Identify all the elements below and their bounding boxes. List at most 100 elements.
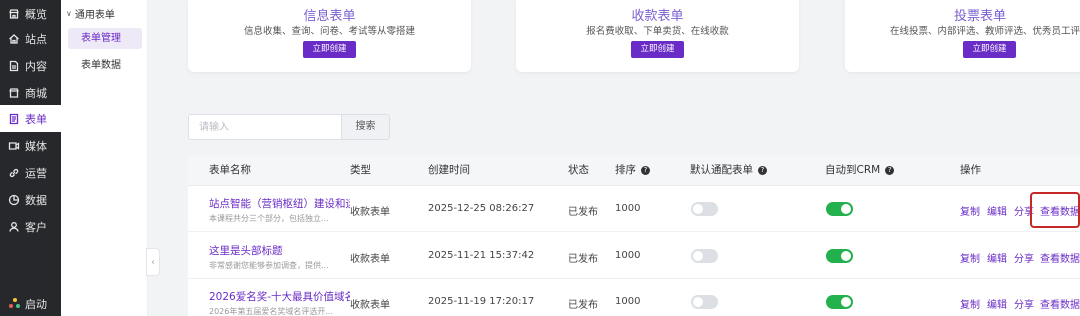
- column-header-default-match: 默认通配表单?: [690, 155, 767, 186]
- table-header: 表单名称 类型 创建时间 状态 排序? 默认通配表单? 自动到CRM? 操作: [188, 155, 1080, 186]
- created-time: 2025-11-21 15:37:42: [428, 250, 535, 261]
- form-name-link[interactable]: 站点智能（营销枢纽）建设和运营: [209, 196, 350, 211]
- column-header-actions: 操作: [960, 164, 981, 176]
- card-title: 收款表单: [631, 9, 684, 24]
- status-label: 已发布: [568, 254, 598, 265]
- pie-chart-icon: [7, 193, 20, 206]
- nav-item-label: 客户: [25, 220, 47, 234]
- link-icon: [7, 166, 20, 179]
- toggle-knob: [693, 204, 703, 214]
- template-card-info: 信息表单 信息收集、查询、问卷、考试等从零搭建 立即创建: [188, 0, 471, 72]
- launch-label: 启动: [25, 298, 47, 311]
- share-link[interactable]: 分享: [1014, 203, 1034, 218]
- submenu-item-form-data[interactable]: 表单数据: [68, 55, 142, 76]
- chevron-left-icon: ‹: [151, 256, 155, 268]
- card-description: 在线投票、内部评选、教师评选、优秀员工评: [889, 26, 1080, 37]
- created-time: 2025-12-25 08:26:27: [428, 203, 535, 214]
- launch-button[interactable]: 启动: [0, 292, 61, 316]
- chevron-down-icon: ∨: [66, 9, 72, 18]
- form-name-link[interactable]: 这里是头部标题: [209, 243, 350, 258]
- column-header-sort: 排序?: [615, 155, 650, 186]
- status-label: 已发布: [568, 300, 598, 311]
- nav-item-site[interactable]: 站点: [0, 25, 61, 52]
- edit-link[interactable]: 编辑: [987, 296, 1007, 311]
- copy-link[interactable]: 复制: [960, 296, 980, 311]
- toggle-knob: [693, 297, 703, 307]
- column-header-auto-crm: 自动到CRM?: [825, 155, 895, 186]
- nav-item-data[interactable]: 数据: [0, 186, 61, 213]
- submenu-item-form-management[interactable]: 表单管理: [68, 28, 142, 49]
- template-card-payment: 收款表单 报名费收取、下单卖货、在线收款 立即创建: [516, 0, 799, 72]
- nav-item-label: 运营: [25, 166, 47, 180]
- help-icon[interactable]: ?: [885, 166, 895, 175]
- table-row: 这里是头部标题 非常感谢您能够参加调查，提供... 收款表单 2025-11-2…: [188, 233, 1080, 279]
- form-icon: [7, 112, 20, 125]
- nav-item-customers[interactable]: 客户: [0, 213, 61, 240]
- form-description: 非常感谢您能够参加调查，提供...: [209, 261, 329, 270]
- share-link[interactable]: 分享: [1014, 250, 1034, 265]
- default-match-toggle[interactable]: [691, 295, 718, 309]
- view-data-link[interactable]: 查看数据: [1040, 296, 1080, 311]
- nav-item-forms[interactable]: 表单: [0, 105, 61, 132]
- auto-crm-toggle[interactable]: [826, 249, 853, 263]
- home-icon: [7, 32, 20, 45]
- search-input[interactable]: [188, 114, 342, 140]
- nav-item-overview[interactable]: 概览: [0, 0, 61, 27]
- edit-link[interactable]: 编辑: [987, 203, 1007, 218]
- view-data-link[interactable]: 查看数据: [1040, 203, 1080, 218]
- nav-item-label: 数据: [25, 193, 47, 207]
- toggle-knob: [693, 251, 703, 261]
- sort-value: 1000: [615, 250, 641, 261]
- document-icon: [7, 59, 20, 72]
- primary-nav: 概览 站点 内容 商城 表单 媒体 运营 数据 客户 启动: [0, 0, 61, 316]
- forms-table: 表单名称 类型 创建时间 状态 排序? 默认通配表单? 自动到CRM? 操作 站…: [188, 155, 1080, 316]
- column-header-name: 表单名称: [209, 164, 251, 176]
- form-name-link[interactable]: 2026爱名奖-十大最具价值域名评: [209, 289, 350, 304]
- card-title: 信息表单: [303, 9, 356, 24]
- create-button[interactable]: 立即创建: [631, 41, 684, 58]
- help-icon[interactable]: ?: [758, 166, 767, 175]
- main-content: 信息表单 信息收集、查询、问卷、考试等从零搭建 立即创建 收款表单 报名费收取、…: [160, 0, 1080, 316]
- card-description: 报名费收取、下单卖货、在线收款: [586, 26, 729, 37]
- column-header-label: 排序: [615, 164, 636, 176]
- default-match-toggle[interactable]: [691, 202, 718, 216]
- nav-item-operations[interactable]: 运营: [0, 159, 61, 186]
- view-data-link[interactable]: 查看数据: [1040, 250, 1080, 265]
- nav-item-label: 商城: [25, 86, 47, 100]
- nav-item-media[interactable]: 媒体: [0, 132, 61, 159]
- copy-link[interactable]: 复制: [960, 250, 980, 265]
- nav-item-label: 概览: [25, 7, 47, 21]
- sort-value: 1000: [615, 296, 641, 307]
- copy-link[interactable]: 复制: [960, 203, 980, 218]
- secondary-nav: ∨ 通用表单 表单管理 表单数据: [61, 0, 148, 316]
- video-icon: [7, 139, 20, 152]
- search-button[interactable]: 搜索: [342, 114, 390, 140]
- column-header-label: 默认通配表单: [690, 164, 753, 176]
- help-icon[interactable]: ?: [641, 166, 650, 175]
- create-button[interactable]: 立即创建: [303, 41, 356, 58]
- create-button[interactable]: 立即创建: [963, 41, 1016, 58]
- collapse-sidebar-button[interactable]: ‹: [146, 248, 160, 276]
- default-match-toggle[interactable]: [691, 249, 718, 263]
- auto-crm-toggle[interactable]: [826, 295, 853, 309]
- form-type: 收款表单: [350, 300, 390, 311]
- nav-item-label: 媒体: [25, 139, 47, 153]
- edit-link[interactable]: 编辑: [987, 250, 1007, 265]
- card-title: 投票表单: [953, 9, 1006, 24]
- shop-icon: [7, 86, 20, 99]
- form-description: 2026年第五届爱名奖域名评选开...: [209, 307, 333, 316]
- submenu-group-general-forms[interactable]: ∨ 通用表单: [66, 6, 115, 21]
- storefront-icon: [7, 7, 20, 20]
- column-header-created: 创建时间: [428, 164, 470, 176]
- card-description: 信息收集、查询、问卷、考试等从零搭建: [243, 26, 415, 37]
- nav-item-content[interactable]: 内容: [0, 52, 61, 79]
- nav-item-shop[interactable]: 商城: [0, 79, 61, 106]
- toggle-knob: [841, 204, 851, 214]
- auto-crm-toggle[interactable]: [826, 202, 853, 216]
- created-time: 2025-11-19 17:20:17: [428, 296, 535, 307]
- table-row: 2026爱名奖-十大最具价值域名评 2026年第五届爱名奖域名评选开... 收款…: [188, 279, 1080, 316]
- share-link[interactable]: 分享: [1014, 296, 1034, 311]
- sort-value: 1000: [615, 203, 641, 214]
- form-type: 收款表单: [350, 207, 390, 218]
- launch-icon: [9, 298, 21, 310]
